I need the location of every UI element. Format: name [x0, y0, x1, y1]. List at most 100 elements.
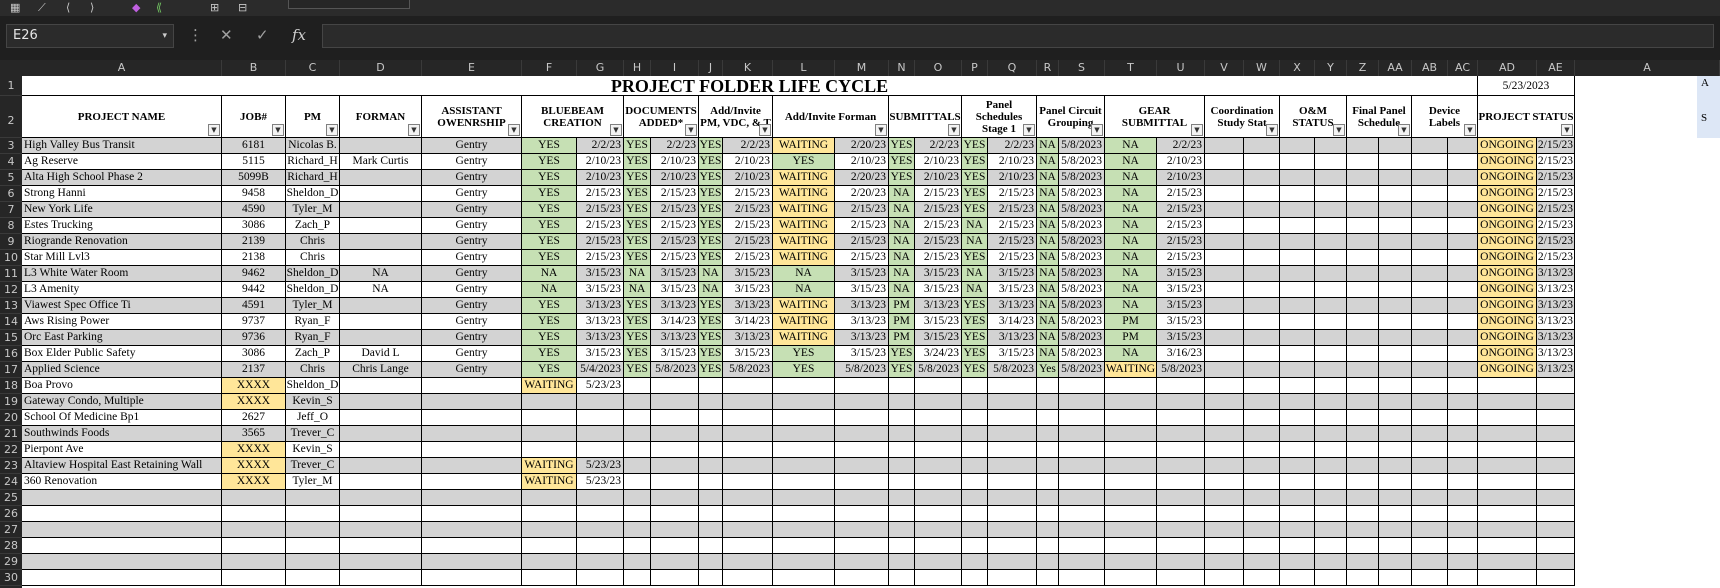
merge-icon[interactable]: ⊟ — [238, 1, 247, 14]
empty-cell[interactable] — [1037, 554, 1059, 570]
empty-cell[interactable] — [1244, 506, 1280, 522]
status-ps[interactable]: YES — [962, 186, 988, 202]
empty-cell[interactable] — [699, 410, 723, 426]
empty-cell[interactable] — [962, 538, 988, 554]
empty-cell[interactable] — [1205, 490, 1244, 506]
empty-cell[interactable] — [1205, 522, 1244, 538]
pm-name[interactable]: Sheldon_D — [286, 186, 340, 202]
row-header-25[interactable]: 25 — [0, 490, 22, 506]
empty-cell[interactable] — [988, 426, 1037, 442]
status-date[interactable]: 2/15/23 — [1537, 202, 1575, 218]
column-header-28[interactable]: AC — [1448, 60, 1478, 76]
empty-cell[interactable] — [1037, 426, 1059, 442]
date-inv[interactable]: 2/10/23 — [723, 170, 773, 186]
status-ps[interactable]: YES — [962, 314, 988, 330]
empty-cell[interactable] — [988, 442, 1037, 458]
empty-cell[interactable] — [962, 570, 988, 586]
eraser-icon[interactable]: ◆ — [132, 1, 140, 14]
status-date[interactable]: 3/13/23 — [1537, 266, 1575, 282]
column-header-3[interactable]: D — [340, 60, 422, 76]
empty-cell[interactable] — [962, 378, 988, 394]
empty-cell[interactable] — [723, 410, 773, 426]
assistant[interactable] — [422, 474, 522, 490]
empty-cell[interactable] — [624, 394, 651, 410]
filter-dropdown-icon[interactable]: ▼ — [1464, 124, 1476, 136]
date-inv[interactable]: 2/10/23 — [723, 154, 773, 170]
empty-cell[interactable] — [1347, 426, 1379, 442]
row-header-14[interactable]: 14 — [0, 314, 22, 330]
project-name[interactable]: School Of Medicine Bp1 — [22, 410, 222, 426]
empty-cell[interactable] — [1537, 490, 1575, 506]
empty-cell[interactable] — [723, 426, 773, 442]
filter-dropdown-icon[interactable]: ▼ — [1398, 124, 1410, 136]
empty-cell[interactable] — [1412, 218, 1448, 234]
project-status[interactable]: ONGOING — [1478, 138, 1537, 154]
empty-cell[interactable] — [624, 506, 651, 522]
empty-cell[interactable] — [651, 538, 699, 554]
empty-cell[interactable] — [773, 490, 835, 506]
worksheet-grid[interactable]: PROJECT FOLDER LIFE CYCLE 5/23/2023 PROJEC… — [22, 76, 1720, 588]
project-status[interactable]: ONGOING — [1478, 250, 1537, 266]
assistant[interactable]: Gentry — [422, 170, 522, 186]
date-fm[interactable]: 2/20/23 — [835, 170, 889, 186]
job-number[interactable]: 2138 — [222, 250, 286, 266]
date-sub[interactable]: 3/15/23 — [915, 314, 962, 330]
empty-cell[interactable] — [286, 490, 340, 506]
empty-cell[interactable] — [835, 474, 889, 490]
empty-cell[interactable] — [651, 506, 699, 522]
empty-cell[interactable] — [1244, 570, 1280, 586]
status-gear[interactable]: NA — [1105, 298, 1157, 314]
status-gear[interactable]: NA — [1105, 266, 1157, 282]
empty-cell[interactable] — [577, 522, 624, 538]
empty-cell[interactable] — [1448, 154, 1478, 170]
status-sub[interactable]: PM — [889, 298, 915, 314]
empty-cell[interactable] — [624, 538, 651, 554]
date-sub[interactable]: 2/10/23 — [915, 154, 962, 170]
column-header-25[interactable]: Z — [1347, 60, 1379, 76]
empty-cell[interactable] — [1244, 378, 1280, 394]
assistant[interactable]: Gentry — [422, 234, 522, 250]
forman-name[interactable]: NA — [340, 282, 422, 298]
empty-cell[interactable] — [1205, 474, 1244, 490]
column-header-5[interactable]: F — [522, 60, 577, 76]
empty-cell[interactable] — [1244, 330, 1280, 346]
empty-cell[interactable] — [651, 410, 699, 426]
empty-cell[interactable] — [835, 506, 889, 522]
empty-cell[interactable] — [1315, 314, 1347, 330]
assistant[interactable] — [422, 410, 522, 426]
empty-cell[interactable] — [1315, 170, 1347, 186]
empty-cell[interactable] — [1379, 362, 1412, 378]
empty-cell[interactable] — [1347, 346, 1379, 362]
empty-cell[interactable] — [1315, 138, 1347, 154]
date-sub[interactable]: 2/2/23 — [915, 138, 962, 154]
date-sub[interactable]: 3/15/23 — [915, 266, 962, 282]
column-header-20[interactable]: U — [1157, 60, 1205, 76]
empty-cell[interactable] — [1412, 458, 1448, 474]
status-bb[interactable]: YES — [522, 250, 577, 266]
status-sub[interactable]: NA — [889, 250, 915, 266]
empty-cell[interactable] — [1244, 426, 1280, 442]
empty-cell[interactable] — [1059, 394, 1105, 410]
project-status[interactable]: ONGOING — [1478, 266, 1537, 282]
empty-cell[interactable] — [1379, 394, 1412, 410]
empty-cell[interactable] — [1379, 506, 1412, 522]
empty-cell[interactable] — [1379, 170, 1412, 186]
status-date[interactable]: 3/13/23 — [1537, 298, 1575, 314]
date-bb[interactable]: 5/23/23 — [577, 458, 624, 474]
empty-cell[interactable] — [422, 538, 522, 554]
empty-cell[interactable] — [1105, 538, 1157, 554]
row-header-13[interactable]: 13 — [0, 298, 22, 314]
empty-cell[interactable] — [1379, 410, 1412, 426]
empty-cell[interactable] — [1347, 538, 1379, 554]
column-header-10[interactable]: K — [723, 60, 773, 76]
project-status[interactable]: ONGOING — [1478, 282, 1537, 298]
pm-name[interactable]: Zach_P — [286, 218, 340, 234]
empty-cell[interactable] — [1379, 154, 1412, 170]
empty-cell[interactable] — [1448, 458, 1478, 474]
status-sub[interactable]: NA — [889, 234, 915, 250]
status-gear[interactable]: WAITING — [1105, 362, 1157, 378]
empty-cell[interactable] — [1347, 570, 1379, 586]
empty-cell[interactable] — [1478, 394, 1537, 410]
empty-cell[interactable] — [1412, 506, 1448, 522]
empty-cell[interactable] — [723, 458, 773, 474]
